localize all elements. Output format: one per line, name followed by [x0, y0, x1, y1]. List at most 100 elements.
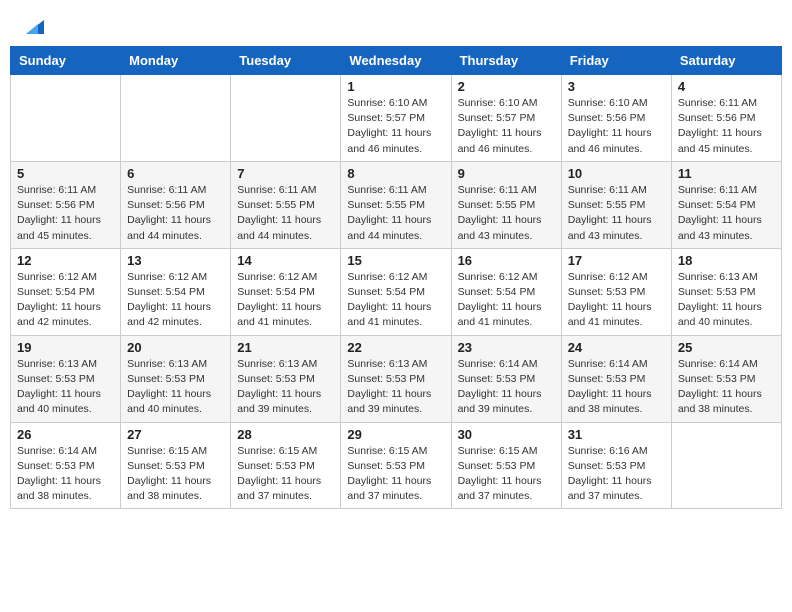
day-number: 2: [458, 79, 555, 94]
calendar-cell: 27 Sunrise: 6:15 AM Sunset: 5:53 PM Dayli…: [121, 422, 231, 509]
calendar-week-row: 26 Sunrise: 6:14 AM Sunset: 5:53 PM Dayli…: [11, 422, 782, 509]
day-number: 29: [347, 427, 444, 442]
day-info: Sunrise: 6:11 AM Sunset: 5:54 PM Dayligh…: [678, 183, 775, 244]
calendar-cell: 20Sunrise: 6:13 AM Sunset: 5:53 PM Dayli…: [121, 335, 231, 422]
day-info: Sunrise: 6:12 AM Sunset: 5:53 PM Dayligh…: [568, 270, 665, 331]
day-info: Sunrise: 6:11 AM Sunset: 5:56 PM Dayligh…: [17, 183, 114, 244]
day-number: 12: [17, 253, 114, 268]
calendar-cell: 11 Sunrise: 6:11 AM Sunset: 5:54 PM Dayli…: [671, 161, 781, 248]
day-number: 30: [458, 427, 555, 442]
calendar-cell: 9 Sunrise: 6:11 AM Sunset: 5:55 PM Daylig…: [451, 161, 561, 248]
day-info: Sunrise: 6:14 AM Sunset: 5:53 PM Dayligh…: [17, 444, 114, 505]
day-number: 14: [237, 253, 334, 268]
calendar-cell: 18Sunrise: 6:13 AM Sunset: 5:53 PM Dayli…: [671, 248, 781, 335]
day-info: Sunrise: 6:13 AM Sunset: 5:53 PM Dayligh…: [237, 357, 334, 418]
day-info: Sunrise: 6:10 AM Sunset: 5:57 PM Dayligh…: [458, 96, 555, 157]
day-number: 7: [237, 166, 334, 181]
day-number: 26: [17, 427, 114, 442]
day-number: 24: [568, 340, 665, 355]
day-number: 8: [347, 166, 444, 181]
day-number: 9: [458, 166, 555, 181]
calendar-cell: 10 Sunrise: 6:11 AM Sunset: 5:55 PM Dayli…: [561, 161, 671, 248]
page-header: [10, 10, 782, 40]
calendar-cell: 15 Sunrise: 6:12 AM Sunset: 5:54 PM Dayli…: [341, 248, 451, 335]
weekday-header-friday: Friday: [561, 47, 671, 75]
calendar-cell: 5 Sunrise: 6:11 AM Sunset: 5:56 PM Daylig…: [11, 161, 121, 248]
logo-icon: [22, 16, 44, 34]
day-info: Sunrise: 6:13 AM Sunset: 5:53 PM Dayligh…: [347, 357, 444, 418]
day-number: 16: [458, 253, 555, 268]
day-info: Sunrise: 6:11 AM Sunset: 5:55 PM Dayligh…: [458, 183, 555, 244]
day-number: 20: [127, 340, 224, 355]
day-number: 25: [678, 340, 775, 355]
day-info: Sunrise: 6:16 AM Sunset: 5:53 PM Dayligh…: [568, 444, 665, 505]
day-info: Sunrise: 6:15 AM Sunset: 5:53 PM Dayligh…: [347, 444, 444, 505]
calendar-cell: 23 Sunrise: 6:14 AM Sunset: 5:53 PM Dayli…: [451, 335, 561, 422]
calendar-cell: 26 Sunrise: 6:14 AM Sunset: 5:53 PM Dayli…: [11, 422, 121, 509]
day-info: Sunrise: 6:10 AM Sunset: 5:56 PM Dayligh…: [568, 96, 665, 157]
calendar-cell: 28 Sunrise: 6:15 AM Sunset: 5:53 PM Dayli…: [231, 422, 341, 509]
calendar-cell: [121, 75, 231, 162]
day-info: Sunrise: 6:10 AM Sunset: 5:57 PM Dayligh…: [347, 96, 444, 157]
day-number: 11: [678, 166, 775, 181]
calendar-cell: 3Sunrise: 6:10 AM Sunset: 5:56 PM Daylig…: [561, 75, 671, 162]
weekday-header-sunday: Sunday: [11, 47, 121, 75]
day-number: 13: [127, 253, 224, 268]
day-info: Sunrise: 6:15 AM Sunset: 5:53 PM Dayligh…: [237, 444, 334, 505]
calendar-week-row: 12 Sunrise: 6:12 AM Sunset: 5:54 PM Dayli…: [11, 248, 782, 335]
weekday-header-monday: Monday: [121, 47, 231, 75]
calendar-table: SundayMondayTuesdayWednesdayThursdayFrid…: [10, 46, 782, 509]
day-number: 23: [458, 340, 555, 355]
calendar-cell: 22 Sunrise: 6:13 AM Sunset: 5:53 PM Dayli…: [341, 335, 451, 422]
calendar-cell: 4Sunrise: 6:11 AM Sunset: 5:56 PM Daylig…: [671, 75, 781, 162]
day-number: 1: [347, 79, 444, 94]
day-number: 19: [17, 340, 114, 355]
day-number: 6: [127, 166, 224, 181]
day-number: 22: [347, 340, 444, 355]
day-info: Sunrise: 6:15 AM Sunset: 5:53 PM Dayligh…: [127, 444, 224, 505]
calendar-cell: 21 Sunrise: 6:13 AM Sunset: 5:53 PM Dayli…: [231, 335, 341, 422]
day-number: 27: [127, 427, 224, 442]
calendar-cell: 2 Sunrise: 6:10 AM Sunset: 5:57 PM Daylig…: [451, 75, 561, 162]
day-info: Sunrise: 6:14 AM Sunset: 5:53 PM Dayligh…: [568, 357, 665, 418]
day-info: Sunrise: 6:14 AM Sunset: 5:53 PM Dayligh…: [458, 357, 555, 418]
day-number: 10: [568, 166, 665, 181]
day-number: 5: [17, 166, 114, 181]
calendar-week-row: 1 Sunrise: 6:10 AM Sunset: 5:57 PM Daylig…: [11, 75, 782, 162]
logo: [20, 16, 44, 34]
calendar-cell: 16Sunrise: 6:12 AM Sunset: 5:54 PM Dayli…: [451, 248, 561, 335]
day-number: 28: [237, 427, 334, 442]
calendar-cell: 17 Sunrise: 6:12 AM Sunset: 5:53 PM Dayli…: [561, 248, 671, 335]
calendar-week-row: 19 Sunrise: 6:13 AM Sunset: 5:53 PM Dayli…: [11, 335, 782, 422]
calendar-cell: 29 Sunrise: 6:15 AM Sunset: 5:53 PM Dayli…: [341, 422, 451, 509]
calendar-cell: [671, 422, 781, 509]
calendar-cell: 30 Sunrise: 6:15 AM Sunset: 5:53 PM Dayli…: [451, 422, 561, 509]
weekday-header-tuesday: Tuesday: [231, 47, 341, 75]
weekday-header-row: SundayMondayTuesdayWednesdayThursdayFrid…: [11, 47, 782, 75]
calendar-cell: 8 Sunrise: 6:11 AM Sunset: 5:55 PM Daylig…: [341, 161, 451, 248]
day-number: 31: [568, 427, 665, 442]
calendar-cell: 25Sunrise: 6:14 AM Sunset: 5:53 PM Dayli…: [671, 335, 781, 422]
day-info: Sunrise: 6:11 AM Sunset: 5:55 PM Dayligh…: [347, 183, 444, 244]
day-number: 21: [237, 340, 334, 355]
day-info: Sunrise: 6:11 AM Sunset: 5:56 PM Dayligh…: [127, 183, 224, 244]
calendar-week-row: 5 Sunrise: 6:11 AM Sunset: 5:56 PM Daylig…: [11, 161, 782, 248]
day-info: Sunrise: 6:12 AM Sunset: 5:54 PM Dayligh…: [237, 270, 334, 331]
day-info: Sunrise: 6:15 AM Sunset: 5:53 PM Dayligh…: [458, 444, 555, 505]
day-info: Sunrise: 6:11 AM Sunset: 5:56 PM Dayligh…: [678, 96, 775, 157]
calendar-cell: 6 Sunrise: 6:11 AM Sunset: 5:56 PM Daylig…: [121, 161, 231, 248]
weekday-header-wednesday: Wednesday: [341, 47, 451, 75]
calendar-cell: 31 Sunrise: 6:16 AM Sunset: 5:53 PM Dayli…: [561, 422, 671, 509]
day-number: 15: [347, 253, 444, 268]
calendar-cell: 12Sunrise: 6:12 AM Sunset: 5:54 PM Dayli…: [11, 248, 121, 335]
calendar-cell: 1 Sunrise: 6:10 AM Sunset: 5:57 PM Daylig…: [341, 75, 451, 162]
weekday-header-thursday: Thursday: [451, 47, 561, 75]
calendar-cell: 14 Sunrise: 6:12 AM Sunset: 5:54 PM Dayli…: [231, 248, 341, 335]
calendar-cell: 13Sunrise: 6:12 AM Sunset: 5:54 PM Dayli…: [121, 248, 231, 335]
calendar-cell: 19Sunrise: 6:13 AM Sunset: 5:53 PM Dayli…: [11, 335, 121, 422]
day-info: Sunrise: 6:12 AM Sunset: 5:54 PM Dayligh…: [347, 270, 444, 331]
day-info: Sunrise: 6:11 AM Sunset: 5:55 PM Dayligh…: [237, 183, 334, 244]
day-number: 17: [568, 253, 665, 268]
day-info: Sunrise: 6:11 AM Sunset: 5:55 PM Dayligh…: [568, 183, 665, 244]
weekday-header-saturday: Saturday: [671, 47, 781, 75]
